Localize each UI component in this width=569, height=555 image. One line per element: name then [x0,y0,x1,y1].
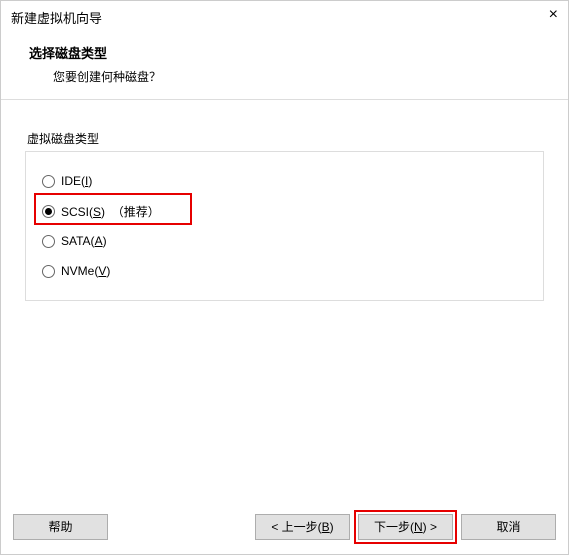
page-title: 选择磁盘类型 [29,43,540,62]
back-button[interactable]: < 上一步(B) [255,514,350,540]
radio-icon [42,175,55,188]
radio-scsi[interactable]: SCSI(S) （推荐） [42,196,527,226]
radio-icon [42,205,55,218]
content-area: 虚拟磁盘类型 IDE(I) SCSI(S) （推荐） SATA(A) [1,100,568,506]
fieldset-label: 虚拟磁盘类型 [25,130,544,147]
next-button[interactable]: 下一步(N) > [358,514,453,540]
button-bar: 帮助 < 上一步(B) 下一步(N) > 取消 [1,506,568,554]
radio-icon [42,235,55,248]
help-button[interactable]: 帮助 [13,514,108,540]
window-title: 新建虚拟机向导 [11,8,102,27]
radio-label-scsi: SCSI(S) （推荐） [61,203,160,220]
page-subtitle: 您要创建何种磁盘？ [29,68,540,85]
titlebar: 新建虚拟机向导 × [1,1,568,33]
radio-label-sata: SATA(A) [61,234,107,248]
disk-type-group: IDE(I) SCSI(S) （推荐） SATA(A) NVMe(V) [25,151,544,301]
radio-label-ide: IDE(I) [61,174,92,188]
radio-label-nvme: NVMe(V) [61,264,110,278]
radio-nvme[interactable]: NVMe(V) [42,256,527,286]
radio-icon [42,265,55,278]
wizard-header: 选择磁盘类型 您要创建何种磁盘？ [1,33,568,99]
cancel-button[interactable]: 取消 [461,514,556,540]
radio-sata[interactable]: SATA(A) [42,226,527,256]
close-icon[interactable]: × [549,7,558,23]
radio-ide[interactable]: IDE(I) [42,166,527,196]
